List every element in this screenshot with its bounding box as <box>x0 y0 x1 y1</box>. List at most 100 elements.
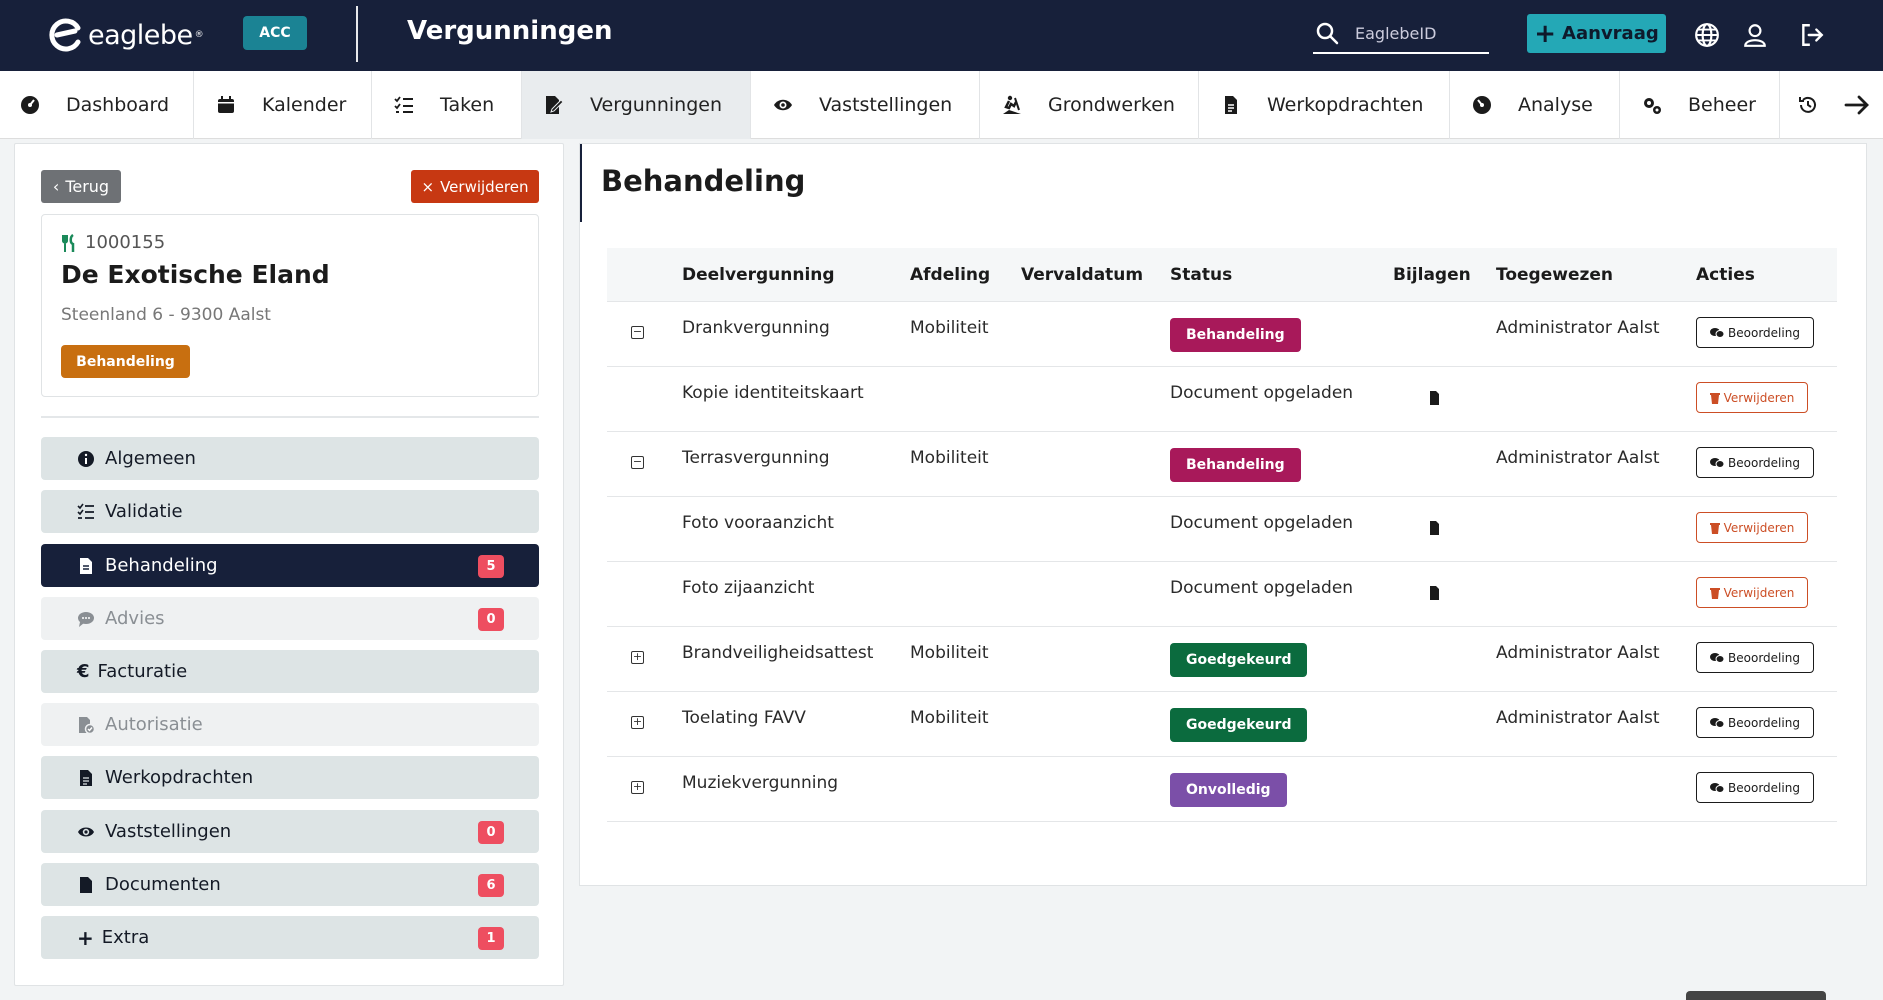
plus-icon: + <box>1534 18 1557 49</box>
assigned-to: Administrator Aalst <box>1496 318 1660 338</box>
review-label: Beoordeling <box>1728 455 1800 470</box>
status-badge: Behandeling <box>61 345 190 378</box>
back-button[interactable]: ‹ Terug <box>41 170 121 203</box>
permit-name: Toelating FAVV <box>682 708 806 728</box>
nav-label: Werkopdrachten <box>1267 94 1424 116</box>
search-input[interactable] <box>1355 23 1485 43</box>
status-badge: Goedgekeurd <box>1170 643 1308 677</box>
nav-item-vaststellingen[interactable]: Vaststellingen <box>751 71 980 139</box>
table-row: Foto vooraanzicht Document opgeladen Ver… <box>607 497 1837 562</box>
delete-document-button[interactable]: Verwijderen <box>1696 577 1808 608</box>
comments-icon <box>78 611 94 627</box>
sidebar-item-werkopdrachten[interactable]: Werkopdrachten <box>41 756 539 799</box>
column-header[interactable]: Toegewezen <box>1496 265 1613 285</box>
nav-label: Vergunningen <box>590 94 722 116</box>
comments-icon <box>1710 717 1725 728</box>
file-icon <box>1225 96 1237 114</box>
column-header[interactable]: Vervaldatum <box>1021 265 1143 285</box>
table-row: − Drankvergunning Mobiliteit Behandeling… <box>607 302 1837 367</box>
attachment-icon[interactable] <box>1429 391 1440 405</box>
nav-label: Vaststellingen <box>819 94 953 116</box>
sidebar-item-extra[interactable]: + Extra 1 <box>41 916 539 959</box>
column-header[interactable]: Status <box>1170 265 1232 285</box>
delete-document-button[interactable]: Verwijderen <box>1696 382 1808 413</box>
expand-icon[interactable]: + <box>631 716 644 729</box>
expand-icon[interactable]: + <box>631 651 644 664</box>
sidebar-item-validatie[interactable]: Validatie <box>41 490 539 533</box>
nav-item-analyse[interactable]: Analyse <box>1450 71 1620 139</box>
status-badge: Onvolledig <box>1170 773 1287 807</box>
comments-icon <box>1710 782 1725 793</box>
department: Mobiliteit <box>910 643 989 663</box>
department: Mobiliteit <box>910 318 989 338</box>
calendar-icon <box>218 96 234 113</box>
nav-item-werkopdrachten[interactable]: Werkopdrachten <box>1199 71 1450 139</box>
column-header[interactable]: Deelvergunning <box>682 265 835 285</box>
permit-name: Terrasvergunning <box>682 448 830 468</box>
expand-icon[interactable]: + <box>631 781 644 794</box>
brand-logo[interactable]: eaglebe ® <box>48 18 204 52</box>
review-button[interactable]: Beoordeling <box>1696 707 1814 738</box>
search-box <box>1313 14 1489 54</box>
new-request-button[interactable]: + Aanvraag <box>1527 14 1666 53</box>
collapse-icon[interactable]: − <box>631 326 644 339</box>
review-button[interactable]: Beoordeling <box>1696 317 1814 348</box>
utensils-icon <box>62 233 75 252</box>
table-row: + Toelating FAVV Mobiliteit Goedgekeurd … <box>607 692 1837 757</box>
attachment-icon[interactable] <box>1429 521 1440 535</box>
logout-icon[interactable] <box>1799 22 1825 48</box>
nav-label: Analyse <box>1518 94 1593 116</box>
permit-name: Muziekvergunning <box>682 773 839 793</box>
floating-tab[interactable] <box>1686 991 1826 1000</box>
sidebar-item-algemeen[interactable]: Algemeen <box>41 437 539 480</box>
nav-item-grondwerken[interactable]: Grondwerken <box>980 71 1199 139</box>
globe-icon[interactable] <box>1694 22 1720 48</box>
table-header: Deelvergunning Afdeling Vervaldatum Stat… <box>607 248 1837 302</box>
nav-label: Dashboard <box>66 94 170 116</box>
delete-document-button[interactable]: Verwijderen <box>1696 512 1808 543</box>
sidebar-item-vaststellingen[interactable]: Vaststellingen 0 <box>41 810 539 853</box>
user-icon[interactable] <box>1742 22 1768 48</box>
sidebar-item-label: Facturatie <box>97 661 188 682</box>
nav-item-dashboard[interactable]: Dashboard <box>0 71 194 139</box>
sidebar-item-label: Behandeling <box>105 555 218 576</box>
status-badge: Behandeling <box>1170 318 1301 352</box>
nav-item-kalender[interactable]: Kalender <box>194 71 372 139</box>
search-icon[interactable] <box>1315 21 1339 45</box>
table-row: − Terrasvergunning Mobiliteit Behandelin… <box>607 432 1837 497</box>
history-icon[interactable] <box>1798 95 1818 115</box>
review-button[interactable]: Beoordeling <box>1696 642 1814 673</box>
column-header[interactable]: Acties <box>1696 265 1755 285</box>
comments-icon <box>1710 652 1725 663</box>
review-label: Beoordeling <box>1728 715 1800 730</box>
attachment-icon[interactable] <box>1429 586 1440 600</box>
top-bar: eaglebe ® ACC Vergunningen + Aanvraag <box>0 0 1883 71</box>
table-row: + Muziekvergunning Onvolledig Beoordelin… <box>607 757 1837 822</box>
sidebar-item-documenten[interactable]: Documenten 6 <box>41 863 539 906</box>
review-button[interactable]: Beoordeling <box>1696 447 1814 478</box>
sidebar-item-behandeling[interactable]: Behandeling 5 <box>41 544 539 587</box>
file-icon <box>80 769 92 786</box>
nav-item-taken[interactable]: Taken <box>372 71 522 139</box>
permit-id-value: 1000155 <box>85 232 166 253</box>
sidebar-item-advies[interactable]: Advies 0 <box>41 597 539 640</box>
department: Mobiliteit <box>910 448 989 468</box>
nav-extra <box>1780 71 1883 139</box>
delete-button[interactable]: × Verwijderen <box>411 170 539 203</box>
sidebar-item-facturatie[interactable]: € Facturatie <box>41 650 539 693</box>
collapse-icon[interactable]: − <box>631 456 644 469</box>
business-address: Steenland 6 - 9300 Aalst <box>61 305 271 325</box>
plus-icon: + <box>77 925 94 950</box>
review-button[interactable]: Beoordeling <box>1696 772 1814 803</box>
sidebar-item-label: Autorisatie <box>105 714 203 735</box>
column-header[interactable]: Bijlagen <box>1393 265 1471 285</box>
sidebar-item-autorisatie[interactable]: Autorisatie <box>41 703 539 746</box>
title-accent <box>580 144 582 222</box>
arrow-right-icon[interactable] <box>1844 92 1870 118</box>
column-header[interactable]: Afdeling <box>910 265 990 285</box>
nav-item-beheer[interactable]: Beheer <box>1620 71 1780 139</box>
permit-name: Brandveiligheidsattest <box>682 643 874 663</box>
euro-icon: € <box>77 661 90 682</box>
sidebar-item-label: Extra <box>101 927 150 948</box>
nav-item-vergunningen[interactable]: Vergunningen <box>522 71 751 139</box>
